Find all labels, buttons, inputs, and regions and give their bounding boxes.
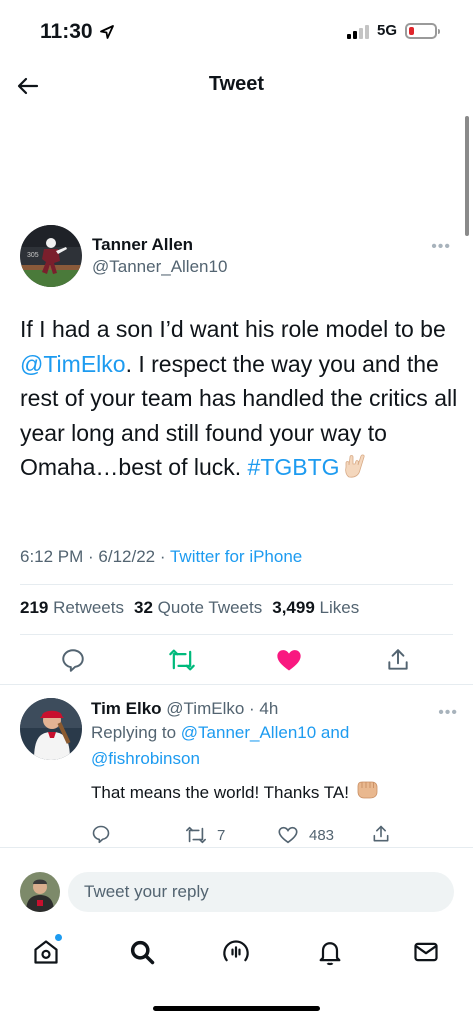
tweet-meta: 6:12 PM · 6/12/22 · Twitter for iPhone [20, 547, 303, 566]
replying-to: Replying to @Tanner_Allen10 and @fishrob… [91, 720, 456, 772]
quotes-label: Quote Tweets [157, 598, 263, 617]
tweet-time: 6:12 PM [20, 547, 84, 566]
share-icon [373, 825, 389, 842]
like-button[interactable] [274, 645, 304, 675]
divider [20, 584, 453, 585]
tweet-stats: 219 Retweets 32 Quote Tweets 3,499 Likes [20, 598, 359, 618]
status-time: 11:30 [40, 20, 115, 44]
tweet-text-part1: If I had a son I’d want his role model t… [20, 316, 446, 342]
signal-icon [346, 23, 369, 39]
heart-icon [278, 826, 298, 844]
quotes-stat[interactable]: 32 Quote Tweets [134, 598, 262, 618]
retweet-button[interactable] [167, 645, 197, 675]
reply-author-handle[interactable]: @TimElko [166, 699, 244, 718]
tab-home[interactable] [30, 934, 62, 968]
replying-to-and[interactable]: and [316, 723, 349, 742]
share-button[interactable] [383, 645, 413, 675]
tweet-text: If I had a son I’d want his role model t… [20, 312, 460, 489]
divider [0, 847, 473, 848]
tweet-source-link[interactable]: Twitter for iPhone [170, 547, 302, 566]
tab-notifications[interactable] [314, 936, 346, 968]
reply-input[interactable]: Tweet your reply [68, 872, 454, 912]
heart-icon [277, 650, 301, 671]
my-avatar[interactable] [20, 872, 60, 912]
reply-header: Tim Elko @TimElko · 4h [91, 699, 279, 718]
messages-icon [414, 942, 438, 962]
reply-like-button[interactable]: 483 [277, 824, 334, 846]
divider [20, 634, 453, 635]
reply-text-content: That means the world! Thanks TA! [91, 783, 349, 802]
page-title: Tweet [208, 73, 265, 95]
svg-text:305: 305 [27, 252, 39, 259]
likes-label: Likes [319, 598, 360, 617]
mention-link[interactable]: @TimElko [20, 351, 126, 377]
home-notification-dot [55, 934, 62, 941]
tab-messages[interactable] [410, 936, 442, 968]
replying-to-prefix: Replying to [91, 723, 181, 742]
likes-stat[interactable]: 3,499 Likes [272, 598, 359, 618]
reply-more-button[interactable]: ••• [438, 704, 458, 722]
more-icon: ••• [438, 704, 458, 721]
likes-count: 3,499 [272, 598, 315, 617]
quotes-count: 32 [133, 598, 153, 617]
status-bar: 11:30 5G [0, 0, 473, 64]
tweet-date: 6/12/22 [98, 547, 156, 566]
home-indicator[interactable] [153, 1006, 320, 1011]
divider [0, 684, 473, 685]
notifications-icon [319, 942, 341, 966]
fist-emoji-icon [355, 778, 379, 808]
reply-retweet-button[interactable]: 7 [185, 824, 225, 846]
retweet-icon [186, 826, 206, 844]
author-avatar[interactable]: 305 [20, 225, 82, 287]
clock: 11:30 [40, 20, 93, 43]
status-indicators: 5G [346, 22, 440, 39]
network-label: 5G [376, 22, 397, 39]
reply-like-count: 483 [309, 826, 335, 844]
reply-author-name[interactable]: Tim Elko [91, 699, 162, 718]
retweets-label: Retweets [53, 598, 124, 617]
reply-time: 4h [259, 699, 279, 718]
retweets-stat[interactable]: 219 Retweets [20, 598, 124, 618]
bottom-tab-bar [0, 928, 473, 978]
author-name[interactable]: Tanner Allen [92, 234, 227, 256]
reply-reply-button[interactable] [91, 824, 111, 844]
author-handle[interactable]: @Tanner_Allen10 [92, 256, 227, 278]
reply-button[interactable] [58, 645, 88, 675]
reply-icon [92, 825, 110, 844]
share-icon [388, 649, 408, 670]
reply-icon [62, 649, 84, 672]
search-icon [130, 940, 155, 965]
top-navigation: Tweet [0, 64, 473, 106]
retweets-count: 219 [20, 598, 49, 617]
reply-avatar[interactable] [20, 698, 82, 760]
reply-text: That means the world! Thanks TA! [91, 778, 456, 808]
tweet-author: 305 Tanner Allen @Tanner_Allen10 [20, 225, 227, 287]
tab-search[interactable] [126, 936, 158, 968]
battery-icon [405, 22, 440, 39]
spaces-icon [223, 940, 249, 962]
retweet-icon [169, 649, 195, 671]
reply-retweet-count: 7 [217, 826, 226, 844]
reply-share-button[interactable] [371, 824, 391, 844]
location-arrow-icon [99, 25, 114, 39]
author-names: Tanner Allen @Tanner_Allen10 [92, 234, 227, 278]
replying-to-user1[interactable]: @Tanner_Allen10 [181, 723, 316, 742]
rock-on-hand-emoji-icon [340, 451, 368, 489]
scrollbar[interactable] [465, 116, 469, 236]
more-icon: ••• [431, 238, 451, 255]
hashtag-link[interactable]: #TGBTG [248, 454, 340, 480]
reply-body: Tim Elko @TimElko · 4h Replying to @Tann… [91, 698, 456, 850]
tweet-actions [0, 645, 473, 675]
replying-to-user2[interactable]: @fishrobinson [91, 749, 200, 768]
tab-spaces[interactable] [220, 936, 252, 968]
home-icon [34, 940, 58, 964]
tweet-more-button[interactable]: ••• [431, 238, 451, 256]
